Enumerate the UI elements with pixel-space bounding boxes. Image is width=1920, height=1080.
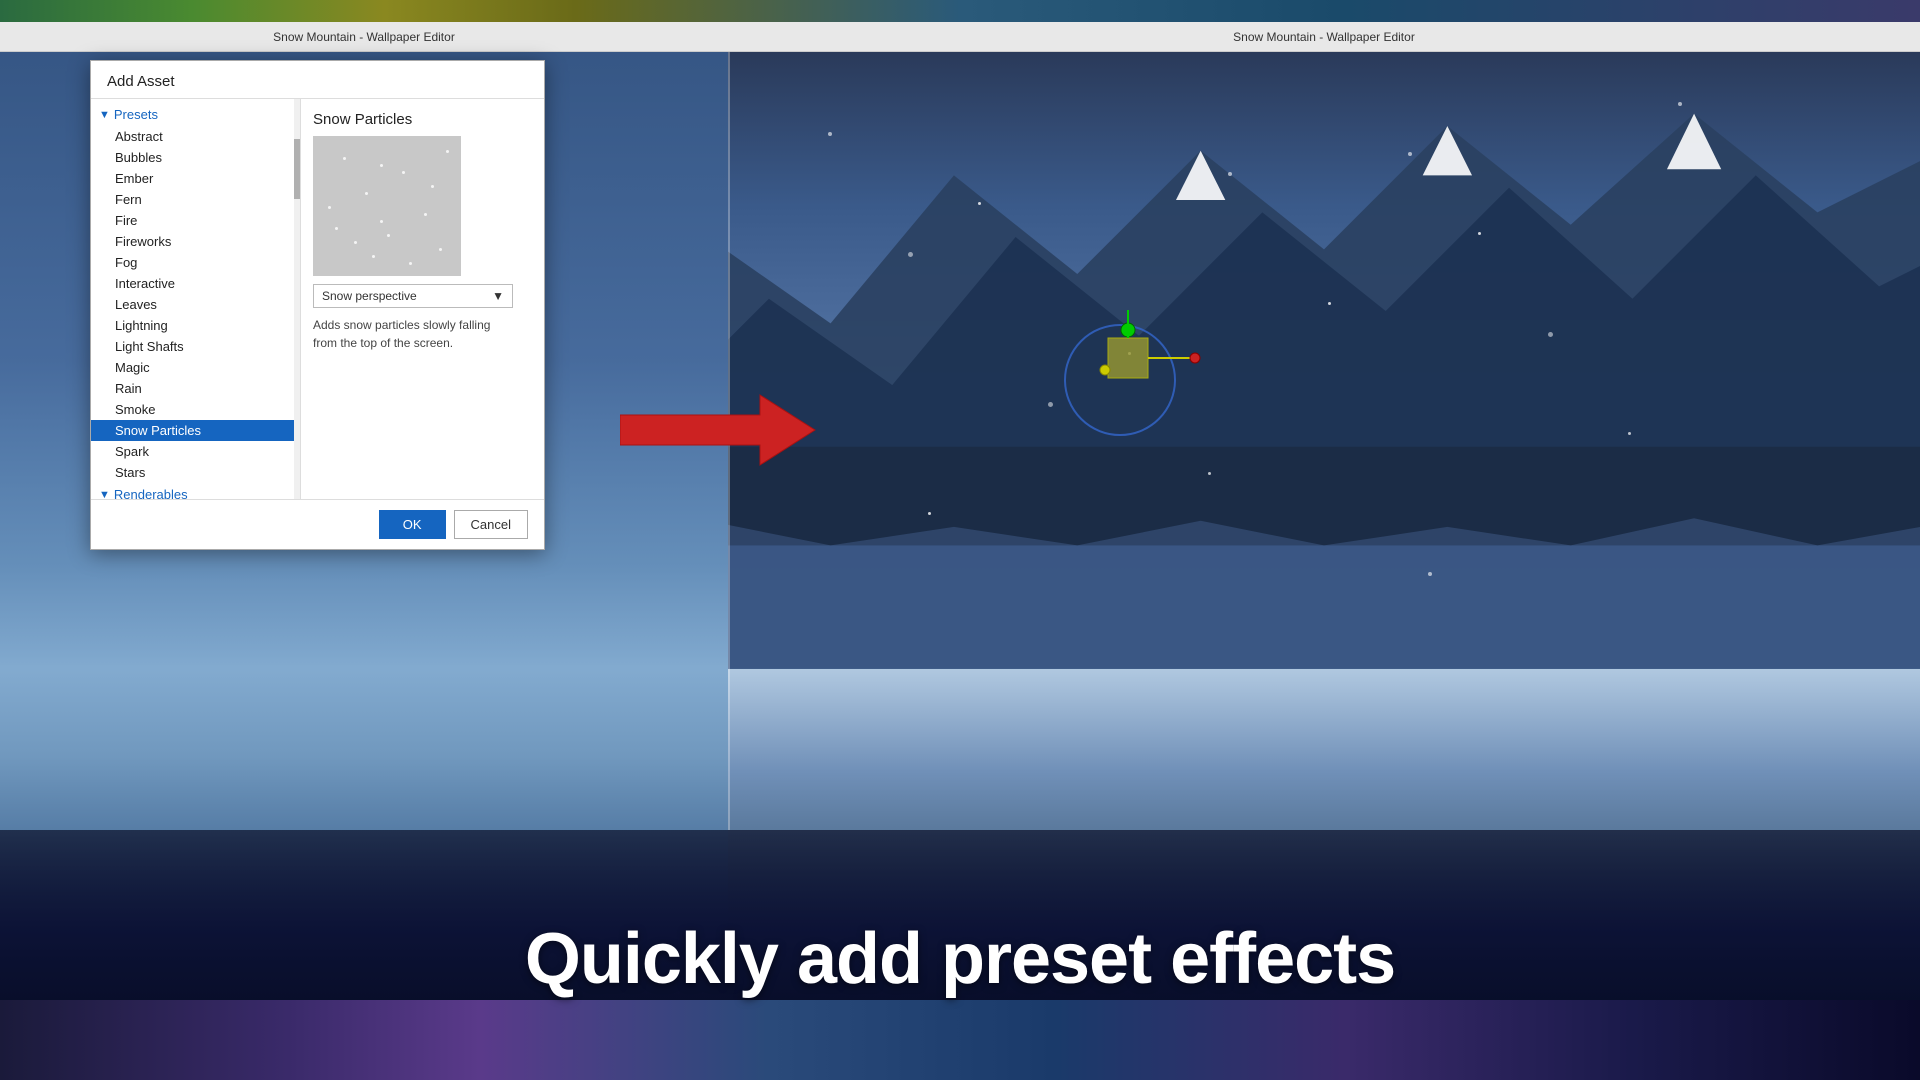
tree-item-fog[interactable]: Fog	[91, 252, 300, 273]
tree-item-light-shafts[interactable]: Light Shafts	[91, 336, 300, 357]
tree-scrollbar-track[interactable]	[294, 99, 300, 499]
bottom-glow	[0, 1000, 1920, 1080]
tree-scrollbar-thumb[interactable]	[294, 139, 300, 199]
dropdown-arrow-icon: ▼	[492, 289, 504, 303]
tree-item-rain[interactable]: Rain	[91, 378, 300, 399]
dialog-footer: OK Cancel	[91, 499, 544, 549]
asset-tree-panel: ▼ Presets Abstract Bubbles Ember Fern Fi…	[91, 99, 301, 499]
title-bar-right: Snow Mountain - Wallpaper Editor	[728, 22, 1920, 52]
tree-item-fern[interactable]: Fern	[91, 189, 300, 210]
presets-arrow-icon: ▼	[99, 109, 110, 121]
title-bar-left: Snow Mountain - Wallpaper Editor	[0, 22, 728, 52]
tree-item-magic[interactable]: Magic	[91, 357, 300, 378]
preview-panel: Snow Particles	[301, 99, 544, 499]
tree-item-abstract[interactable]: Abstract	[91, 126, 300, 147]
preview-image	[313, 136, 461, 276]
tree-item-lightning[interactable]: Lightning	[91, 315, 300, 336]
preview-title: Snow Particles	[313, 111, 532, 128]
tree-item-snow-particles[interactable]: Snow Particles	[91, 420, 300, 441]
renderables-section-header[interactable]: ▼ Renderables	[91, 483, 300, 499]
tree-item-stars[interactable]: Stars	[91, 462, 300, 483]
ok-button[interactable]: OK	[379, 510, 446, 539]
top-decorative-bar	[0, 0, 1920, 22]
transform-gizmo	[1060, 290, 1220, 455]
tree-item-fireworks[interactable]: Fireworks	[91, 231, 300, 252]
dialog-title: Add Asset	[91, 61, 544, 99]
tree-item-bubbles[interactable]: Bubbles	[91, 147, 300, 168]
presets-section-header[interactable]: ▼ Presets	[91, 103, 300, 126]
preset-dropdown[interactable]: Snow perspective ▼	[313, 284, 513, 308]
red-arrow	[620, 390, 820, 475]
tree-item-interactive[interactable]: Interactive	[91, 273, 300, 294]
tree-item-ember[interactable]: Ember	[91, 168, 300, 189]
tree-item-fire[interactable]: Fire	[91, 210, 300, 231]
tree-item-smoke[interactable]: Smoke	[91, 399, 300, 420]
renderables-arrow-icon: ▼	[99, 489, 110, 500]
preset-description: Adds snow particles slowly falling from …	[313, 316, 508, 352]
bottom-text: Quickly add preset effects	[0, 918, 1920, 1000]
tree-item-leaves[interactable]: Leaves	[91, 294, 300, 315]
cancel-button[interactable]: Cancel	[454, 510, 528, 539]
add-asset-dialog: Add Asset ▼ Presets Abstract Bubbles Emb…	[90, 60, 545, 550]
tree-item-spark[interactable]: Spark	[91, 441, 300, 462]
